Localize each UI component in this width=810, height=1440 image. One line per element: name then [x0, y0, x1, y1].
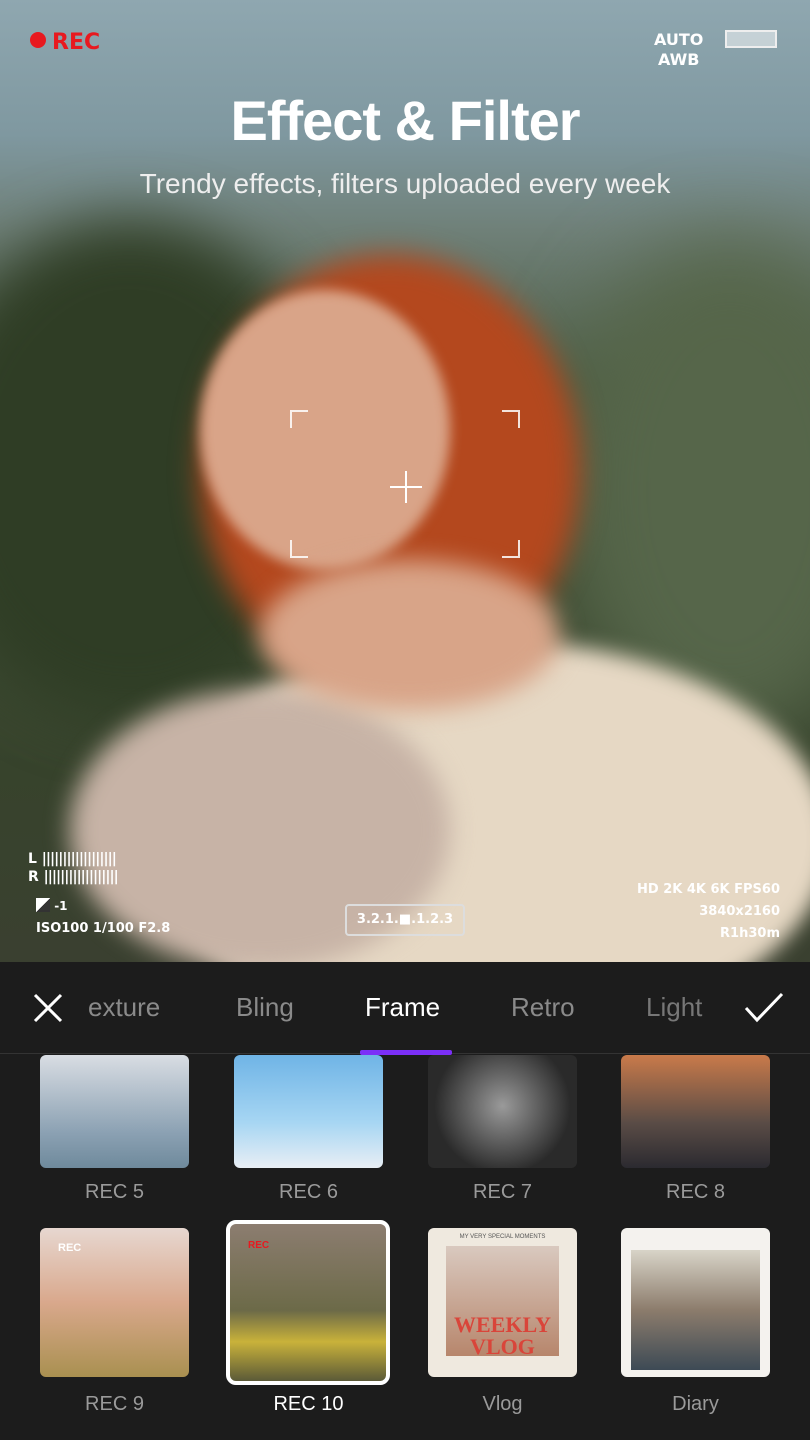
tab-bling[interactable]: Bling	[236, 992, 294, 1023]
effect-toolbar: exture Bling Frame Retro Light	[0, 962, 810, 1055]
frame-thumb-rec9[interactable]: REC	[40, 1228, 189, 1377]
frame-label: REC 5	[85, 1181, 144, 1203]
thumb-rec-text: REC	[58, 1242, 82, 1254]
frame-label: Diary	[672, 1393, 719, 1415]
frame-label: Vlog	[482, 1393, 523, 1415]
awb-label: AWB	[657, 50, 700, 69]
exposure-icon	[36, 898, 50, 912]
exposure-meter: 3.2.1.■.1.2.3	[345, 904, 465, 936]
tab-texture[interactable]: exture	[88, 992, 160, 1023]
crosshair-icon	[405, 471, 407, 503]
tab-retro[interactable]: Retro	[511, 992, 575, 1023]
frame-label: REC 9	[85, 1393, 144, 1415]
frame-thumb-rec5[interactable]	[40, 1055, 189, 1168]
frame-thumb-diary[interactable]	[621, 1228, 770, 1377]
rec-indicator: REC	[30, 30, 100, 55]
thumb-rec-text: REC	[248, 1240, 270, 1251]
frame-label-selected: REC 10	[273, 1393, 344, 1415]
frame-thumb-rec7[interactable]	[428, 1055, 577, 1168]
preview-photo: REC AUTO AWB Effect & Filter Trendy effe…	[0, 0, 810, 962]
frame-thumb-vlog[interactable]: MY VERY SPECIAL MOMENTS WEEKLY VLOG	[428, 1228, 577, 1377]
rec-label: REC	[52, 30, 101, 55]
close-icon[interactable]	[32, 992, 64, 1024]
audio-levels: L |||||||||||||||||| R |||||||||||||||||…	[28, 851, 119, 885]
focus-corner	[502, 540, 520, 558]
rec-dot-icon	[30, 32, 46, 48]
auto-label: AUTO	[654, 30, 704, 49]
video-info: HD 2K 4K 6K FPS60 3840x2160 R1h30m	[637, 882, 780, 941]
frame-thumb-rec8[interactable]	[621, 1055, 770, 1168]
frame-thumb-rec6[interactable]	[234, 1055, 383, 1168]
focus-corner	[290, 540, 308, 558]
white-balance: AUTO AWB	[654, 30, 703, 70]
exposure: -1	[36, 898, 68, 913]
page-subtitle: Trendy effects, filters uploaded every w…	[139, 168, 671, 199]
frame-thumb-rec10[interactable]: REC	[226, 1220, 390, 1385]
focus-corner	[502, 410, 520, 428]
frame-label: REC 7	[473, 1181, 532, 1203]
frame-label: REC 6	[279, 1181, 338, 1203]
tab-light[interactable]: Light	[646, 992, 702, 1023]
frame-label: REC 8	[666, 1181, 725, 1203]
battery-icon	[725, 30, 777, 48]
thumb-caption: MY VERY SPECIAL MOMENTS	[459, 1234, 546, 1240]
thumb-logo-text: WEEKLY VLOG	[453, 1312, 551, 1359]
page-title: Effect & Filter	[230, 89, 580, 152]
tab-frame[interactable]: Frame	[365, 992, 440, 1023]
check-icon[interactable]	[744, 992, 784, 1024]
focus-corner	[290, 410, 308, 428]
camera-settings: ISO100 1/100 F2.8	[36, 921, 171, 936]
